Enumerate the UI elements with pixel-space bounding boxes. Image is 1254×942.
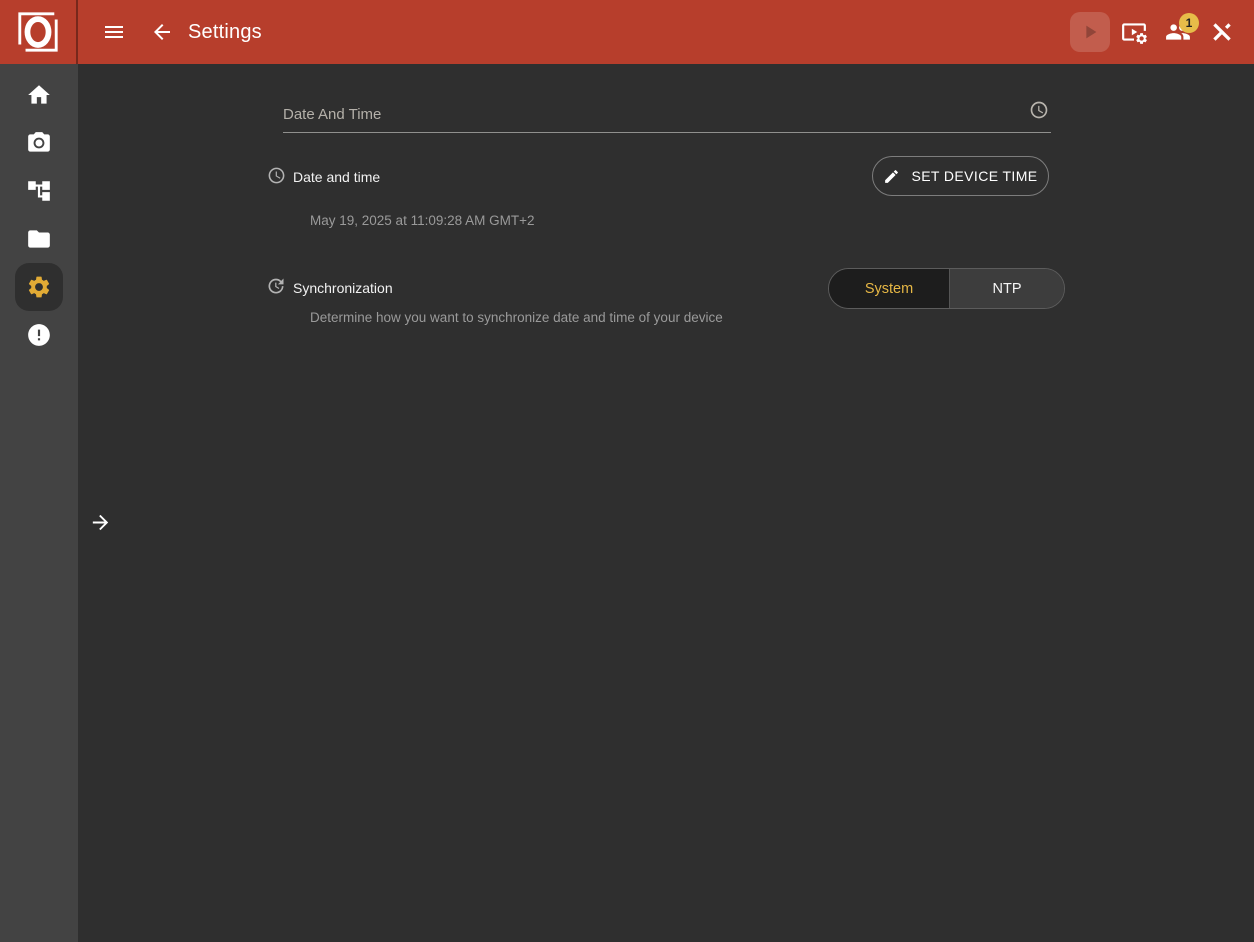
sidebar-item-device-tree[interactable] — [0, 167, 78, 215]
current-device-time: May 19, 2025 at 11:09:28 AM GMT+2 — [310, 213, 535, 229]
pencil-icon — [883, 168, 900, 185]
sync-option-system[interactable]: System — [829, 269, 949, 308]
sidebar-item-settings[interactable] — [0, 263, 78, 311]
clock-icon — [267, 166, 286, 190]
sidebar-item-camera[interactable] — [0, 119, 78, 167]
sidebar-nav — [0, 64, 78, 942]
gear-icon — [26, 274, 52, 300]
app-window: Settings 1 — [0, 0, 1254, 942]
set-device-time-button[interactable]: SET DEVICE TIME — [872, 156, 1049, 196]
section-header-label: Date And Time — [283, 106, 381, 123]
synchronization-description: Determine how you want to synchronize da… — [310, 310, 723, 326]
back-arrow-icon — [150, 20, 174, 44]
sidebar-item-files[interactable] — [0, 215, 78, 263]
update-icon — [266, 276, 286, 301]
clock-icon — [1029, 100, 1049, 125]
settings-content: Date And Time Date and time SET DEVICE T… — [78, 64, 1254, 942]
play-button[interactable] — [1070, 12, 1110, 52]
sidebar-item-alerts[interactable] — [0, 311, 78, 359]
set-device-time-label: SET DEVICE TIME — [911, 168, 1037, 184]
sync-option-ntp[interactable]: NTP — [949, 269, 1064, 308]
home-icon — [26, 82, 52, 108]
device-tree-icon — [26, 178, 52, 204]
appbar-actions: 1 — [1070, 12, 1242, 52]
synchronization-label: Synchronization — [293, 280, 393, 296]
menu-button[interactable] — [94, 12, 134, 52]
users-button[interactable]: 1 — [1158, 12, 1198, 52]
app-logo — [0, 0, 78, 64]
folder-icon — [26, 226, 52, 252]
sync-mode-toggle: System NTP — [828, 268, 1065, 309]
sidebar-item-home[interactable] — [0, 71, 78, 119]
camera-icon — [26, 130, 52, 156]
video-settings-icon — [1121, 19, 1147, 45]
back-button[interactable] — [142, 12, 182, 52]
video-settings-button[interactable] — [1114, 12, 1154, 52]
date-time-label: Date and time — [293, 169, 380, 185]
tools-icon — [1209, 19, 1235, 45]
menu-icon — [102, 20, 126, 44]
date-and-time-section-field[interactable]: Date And Time — [283, 98, 1051, 133]
tools-button[interactable] — [1202, 12, 1242, 52]
expand-sidebar-button[interactable] — [86, 508, 114, 536]
play-icon — [1079, 21, 1101, 43]
app-logo-o-icon — [15, 9, 61, 55]
error-icon — [26, 322, 52, 348]
arrow-right-icon — [89, 511, 112, 534]
notification-badge: 1 — [1179, 13, 1199, 33]
app-bar: Settings 1 — [0, 0, 1254, 64]
page-title: Settings — [188, 21, 262, 44]
